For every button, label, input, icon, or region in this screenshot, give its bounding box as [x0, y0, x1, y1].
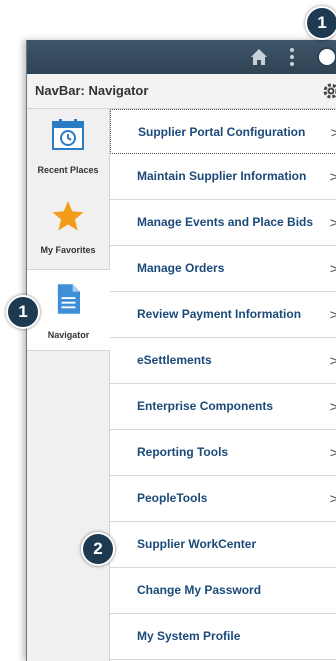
sidebar-item-label: Recent Places [37, 165, 99, 175]
chevron-right-icon: > [329, 170, 336, 185]
sidebar-item-recent-places[interactable]: Recent Places [27, 109, 109, 189]
chevron-right-icon: > [329, 492, 336, 507]
navbar-sidebar: Recent Places My Favorites Navigator [27, 109, 110, 661]
menu-item-label: Reporting Tools [137, 445, 229, 459]
chevron-right-icon: > [330, 126, 336, 141]
top-banner [27, 40, 336, 74]
document-icon [57, 284, 80, 314]
calendar-clock-icon [52, 119, 84, 150]
navbar-panel: NavBar: Navigator Recent Places My Favor… [26, 40, 336, 661]
menu-item-manage-events-and-place-bids[interactable]: Manage Events and Place Bids > [110, 200, 336, 246]
menu-item-maintain-supplier-information[interactable]: Maintain Supplier Information > [110, 154, 336, 200]
menu-item-review-payment-information[interactable]: Review Payment Information > [110, 292, 336, 338]
navbar-title-bar: NavBar: Navigator [27, 74, 336, 109]
menu-item-label: Review Payment Information [137, 307, 302, 321]
navigator-menu: Supplier Portal Configuration > Maintain… [110, 109, 336, 660]
menu-item-label: Maintain Supplier Information [137, 169, 307, 183]
menu-item-label: Manage Events and Place Bids [137, 215, 314, 229]
menu-item-enterprise-components[interactable]: Enterprise Components > [110, 384, 336, 430]
sidebar-item-label: Navigator [47, 330, 90, 340]
menu-item-label: Supplier WorkCenter [137, 537, 257, 551]
chevron-right-icon: > [329, 308, 336, 323]
chevron-right-icon: > [329, 262, 336, 277]
callout-badge-navigator: 1 [6, 295, 40, 329]
menu-item-peopletools[interactable]: PeopleTools > [110, 476, 336, 522]
sidebar-item-label: My Favorites [40, 245, 96, 255]
menu-item-label: Enterprise Components [137, 399, 274, 413]
menu-item-manage-orders[interactable]: Manage Orders > [110, 246, 336, 292]
star-icon [52, 201, 84, 231]
home-icon[interactable] [250, 48, 268, 66]
menu-item-label: Manage Orders [137, 261, 225, 275]
menu-item-esettlements[interactable]: eSettlements > [110, 338, 336, 384]
page-title: NavBar: Navigator [35, 83, 149, 98]
chevron-right-icon: > [329, 216, 336, 231]
callout-badge-navbar: 1 [305, 6, 336, 40]
navbar-icon[interactable] [317, 47, 336, 67]
menu-item-supplier-workcenter[interactable]: Supplier WorkCenter [110, 522, 336, 568]
sidebar-item-my-favorites[interactable]: My Favorites [27, 189, 109, 269]
menu-item-label: Supplier Portal Configuration [138, 125, 306, 139]
menu-item-supplier-portal-configuration[interactable]: Supplier Portal Configuration > [110, 109, 336, 154]
chevron-right-icon: > [329, 354, 336, 369]
menu-item-label: eSettlements [137, 353, 212, 367]
chevron-right-icon: > [329, 446, 336, 461]
menu-item-change-my-password[interactable]: Change My Password [110, 568, 336, 614]
menu-item-my-system-profile[interactable]: My System Profile [110, 614, 336, 660]
actions-icon[interactable] [289, 47, 295, 67]
menu-item-label: My System Profile [137, 629, 241, 643]
chevron-right-icon: > [329, 400, 336, 415]
gear-icon[interactable] [323, 83, 336, 99]
menu-item-reporting-tools[interactable]: Reporting Tools > [110, 430, 336, 476]
menu-item-label: Change My Password [137, 583, 262, 597]
menu-item-label: PeopleTools [137, 491, 208, 505]
callout-badge-workcenter: 2 [81, 532, 115, 566]
